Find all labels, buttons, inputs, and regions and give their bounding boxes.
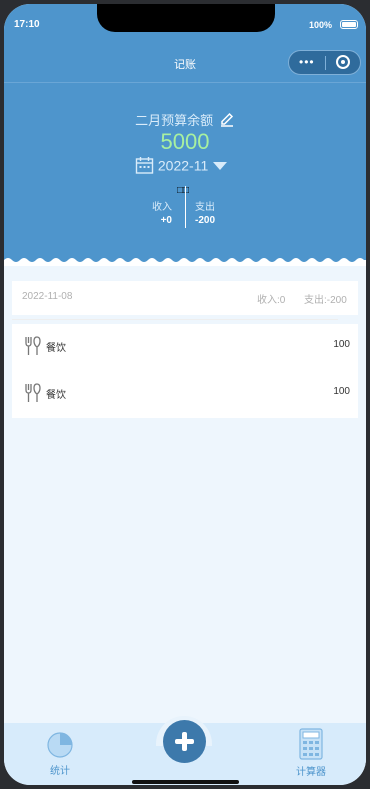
- expense-value: -200: [195, 215, 216, 226]
- record-list: 餐饮 100 餐饮 100: [12, 324, 358, 418]
- income-label: 收入: [152, 202, 172, 213]
- income-value: +0: [160, 215, 172, 226]
- battery-percent: 100%: [308, 20, 332, 30]
- tab-calculator-label: 计算器: [296, 767, 326, 778]
- day-date: 2022-11-08: [22, 291, 73, 302]
- record-category: 餐饮: [46, 390, 66, 401]
- edit-pencil-icon[interactable]: [219, 111, 235, 127]
- missing-glyph-icons: □□: [177, 185, 190, 196]
- calculator-icon: [299, 728, 323, 760]
- chevron-down-icon: [213, 161, 228, 170]
- tab-statistics-label: 统计: [50, 766, 70, 777]
- summary-divider: [12, 319, 338, 320]
- device-notch: [97, 4, 275, 32]
- stats-divider: [185, 186, 186, 228]
- list-item[interactable]: 餐饮 100: [12, 371, 358, 418]
- calendar-icon: [135, 157, 154, 174]
- phone-screen: 17:10 100% 记账 ••• 二月预算余额 5000 2022-11 □□…: [4, 4, 366, 785]
- record-amount: 100: [333, 386, 350, 397]
- add-record-button[interactable]: [163, 720, 206, 763]
- month-selector[interactable]: 2022-11: [135, 156, 228, 175]
- record-amount: 100: [333, 339, 350, 350]
- income-stat: 收入 +0: [152, 201, 172, 227]
- day-expense: 支出:-200: [304, 295, 347, 306]
- record-category: 餐饮: [46, 343, 66, 354]
- budget-label: 二月预算余额: [135, 113, 214, 128]
- header-wave-edge: [4, 258, 366, 266]
- battery-icon: [340, 20, 358, 29]
- budget-value: 5000: [160, 129, 210, 154]
- month-value: 2022-11: [157, 157, 209, 174]
- list-item[interactable]: 餐饮 100: [12, 324, 358, 371]
- tab-calculator[interactable]: 计算器: [289, 728, 333, 778]
- status-time: 17:10: [14, 19, 40, 30]
- expense-stat: 支出 -200: [195, 201, 215, 227]
- fork-knife-icon: [25, 383, 41, 402]
- fork-knife-icon: [25, 336, 41, 355]
- day-summary: 2022-11-08 收入:0 支出:-200: [12, 281, 358, 315]
- more-icon[interactable]: •••: [299, 56, 315, 68]
- close-target-icon[interactable]: [336, 55, 350, 69]
- capsule-divider: [325, 56, 326, 70]
- expense-label: 支出: [195, 202, 215, 213]
- pie-chart-icon: [47, 732, 73, 758]
- header-panel: 17:10 100% 记账 ••• 二月预算余额 5000 2022-11 □□…: [4, 4, 366, 266]
- nav-divider: [4, 82, 366, 83]
- tab-statistics[interactable]: 统计: [40, 731, 80, 777]
- mini-program-capsule: •••: [288, 50, 361, 75]
- home-indicator: [132, 780, 239, 784]
- budget-label-row: 二月预算余额: [4, 110, 366, 129]
- day-income: 收入:0: [257, 295, 286, 306]
